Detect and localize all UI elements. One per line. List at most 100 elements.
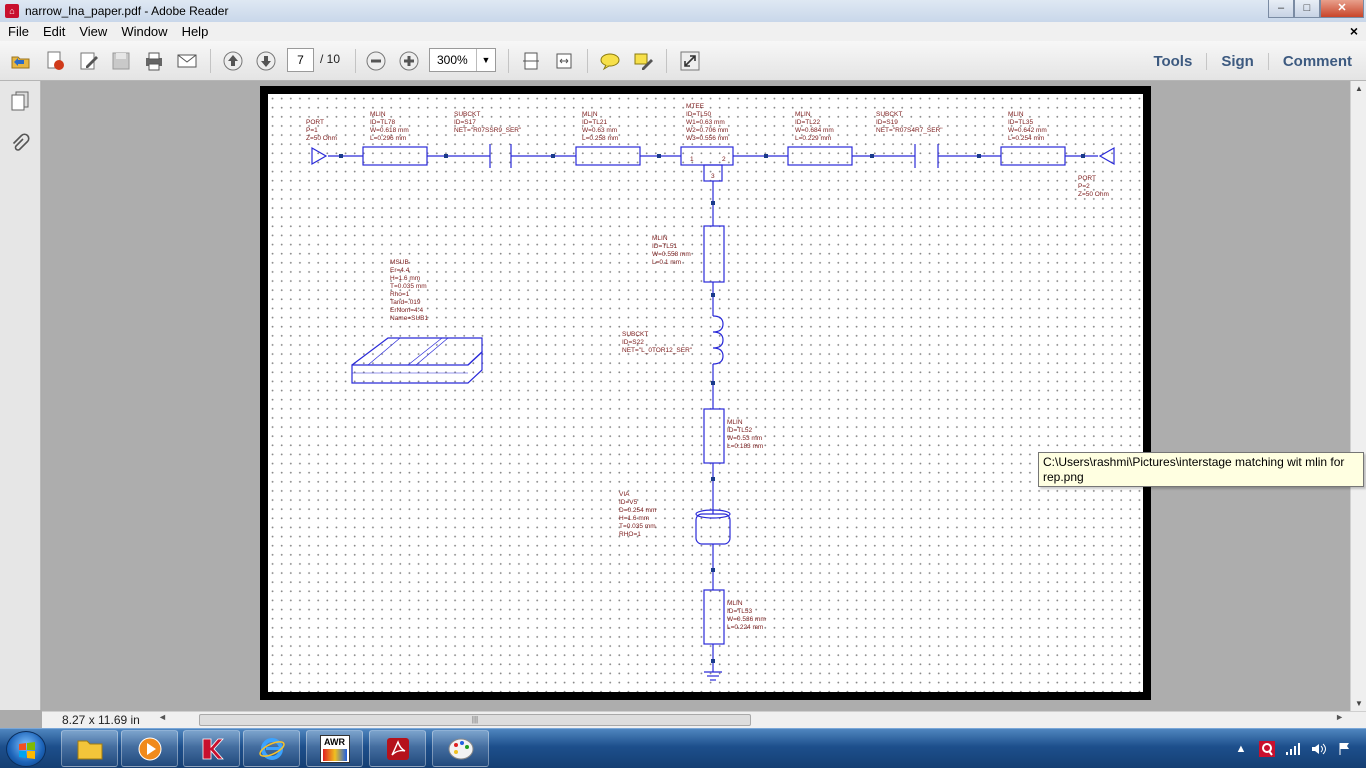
save-disk-icon <box>112 52 130 70</box>
label-line: NET="L_0TOR12_SER" <box>622 347 693 354</box>
label-tl78: MLIN ID=TL78 W=0.618 mm L=0.296 mm <box>370 111 409 142</box>
flag-icon <box>1339 743 1349 755</box>
previous-page-button[interactable] <box>220 49 246 73</box>
label-line: T=0.035 mm <box>390 283 427 290</box>
label-tl51: MLIN ID=TL51 W=0.558 mm L=0.1 mm <box>652 235 691 266</box>
label-line: H=1.6 mm <box>390 275 420 282</box>
folder-icon <box>77 740 102 759</box>
arrow-down-circle-icon <box>256 51 276 71</box>
network-signal-icon[interactable] <box>1282 741 1304 757</box>
menu-view[interactable]: View <box>71 24 113 39</box>
open-folder-icon <box>11 56 30 69</box>
tee-pin-2: 2 <box>722 156 726 163</box>
start-button[interactable] <box>6 731 46 767</box>
tools-link[interactable]: Tools <box>1139 53 1206 70</box>
taskbar-internet-explorer[interactable] <box>243 730 300 767</box>
label-line: P=1 <box>306 127 318 134</box>
sticky-note-button[interactable] <box>597 49 623 73</box>
open-button[interactable] <box>8 49 34 73</box>
label-line: W=0.63 mm <box>582 127 617 134</box>
taskbar-paint[interactable] <box>432 730 489 767</box>
menu-file[interactable]: File <box>0 24 35 39</box>
taskbar-adobe-reader[interactable] <box>369 730 426 767</box>
label-line: MLIN <box>370 111 386 118</box>
awr-icon: AWR <box>319 734 350 763</box>
system-tray: ▲ <box>1228 729 1366 768</box>
label-line: ID=S17 <box>454 119 476 126</box>
taskbar-kaspersky[interactable] <box>183 730 240 767</box>
toolbar-separator <box>508 49 509 73</box>
highlight-text-button[interactable] <box>630 49 656 73</box>
kaspersky-tray-icon[interactable] <box>1256 741 1278 757</box>
close-button[interactable]: ✕ <box>1320 0 1364 18</box>
signal-bars-icon <box>1286 743 1300 755</box>
awr-label: AWR <box>324 736 345 747</box>
label-line: ID=TL51 <box>652 243 677 250</box>
menu-window[interactable]: Window <box>113 24 173 39</box>
page-number-input[interactable]: 7 <box>287 48 314 72</box>
volume-icon[interactable] <box>1308 741 1330 757</box>
menu-help[interactable]: Help <box>174 24 215 39</box>
page-thumbnails-button[interactable] <box>8 89 32 113</box>
label-line: MLIN <box>652 235 668 242</box>
email-button[interactable] <box>174 49 200 73</box>
next-page-button[interactable] <box>253 49 279 73</box>
taskbar-media-player[interactable] <box>121 730 178 767</box>
kaspersky-icon <box>202 738 224 759</box>
label-line: L=0.254 mm <box>1008 135 1044 142</box>
create-pdf-button[interactable] <box>42 49 68 73</box>
label-line: ID=TL50 <box>686 111 711 118</box>
label-line: L=0.1 mm <box>652 259 681 266</box>
label-tl53: MLIN ID=TL53 W=0.536 mm L=0.224 mm <box>727 600 766 631</box>
scroll-down-icon[interactable]: ▼ <box>1355 699 1363 708</box>
navigation-pane <box>0 81 41 710</box>
pages-icon <box>11 91 29 111</box>
label-line: L=0.224 mm <box>727 624 763 631</box>
toolbar-separator <box>210 49 211 73</box>
attachments-button[interactable] <box>8 132 32 156</box>
save-button[interactable] <box>108 49 134 73</box>
show-hidden-icons-icon[interactable]: ▲ <box>1230 741 1252 757</box>
label-line: H=1.6 mm <box>619 515 649 522</box>
vertical-scrollbar[interactable]: ▲ ▼ <box>1350 81 1366 711</box>
fit-width-icon <box>556 53 572 69</box>
plus-circle-icon <box>399 51 419 71</box>
comment-bubble-icon <box>600 53 620 71</box>
comment-link[interactable]: Comment <box>1267 52 1366 70</box>
minimize-button[interactable]: – <box>1268 0 1294 18</box>
scroll-left-button[interactable]: ◄ <box>158 712 167 722</box>
full-screen-button[interactable] <box>677 49 703 73</box>
label-tl35: MLIN ID=TL35 W=0.642 mm L=0.254 mm <box>1008 111 1047 142</box>
kaspersky-q-icon <box>1259 741 1275 757</box>
close-document-button[interactable]: × <box>1350 23 1358 39</box>
fit-width-button[interactable] <box>551 49 577 73</box>
sign-link[interactable]: Sign <box>1206 52 1268 70</box>
scroll-up-icon[interactable]: ▲ <box>1355 84 1363 93</box>
edit-pdf-button[interactable] <box>76 49 102 73</box>
scroll-right-button[interactable]: ► <box>1335 712 1344 722</box>
maximize-button[interactable]: □ <box>1294 0 1320 18</box>
taskbar-awr[interactable]: AWR <box>306 730 363 767</box>
zoom-out-button[interactable] <box>363 49 389 73</box>
label-line: L=0.229 mm <box>795 135 831 142</box>
label-line: MLIN <box>795 111 811 118</box>
zoom-select[interactable]: 300% ▼ <box>429 48 496 72</box>
horizontal-scroll-thumb[interactable]: ||| <box>199 714 751 726</box>
zoom-in-button[interactable] <box>396 49 422 73</box>
highlighter-icon <box>634 53 653 70</box>
arrow-up-circle-icon <box>223 51 243 71</box>
menu-edit[interactable]: Edit <box>35 24 71 39</box>
label-line: NET="R07SSR9_SER" <box>454 127 522 134</box>
document-view[interactable]: 1 2 3 PORT P=1 Z=50 Ohm MLIN ID=TL78 W=0… <box>42 81 1350 711</box>
fit-page-button[interactable] <box>518 49 544 73</box>
label-line: W2=0.706 mm <box>686 127 728 134</box>
label-line: T=0.035 mm <box>619 523 656 530</box>
action-center-icon[interactable] <box>1334 741 1356 757</box>
label-line: ID=TL22 <box>795 119 820 126</box>
chevron-down-icon[interactable]: ▼ <box>476 49 495 71</box>
taskbar-explorer[interactable] <box>61 730 118 767</box>
print-button[interactable] <box>141 49 167 73</box>
label-line: Z=50 Ohm <box>306 135 337 142</box>
label-line: Rho=1 <box>390 291 410 298</box>
title-bar: ⌂ narrow_lna_paper.pdf - Adobe Reader – … <box>0 0 1366 22</box>
